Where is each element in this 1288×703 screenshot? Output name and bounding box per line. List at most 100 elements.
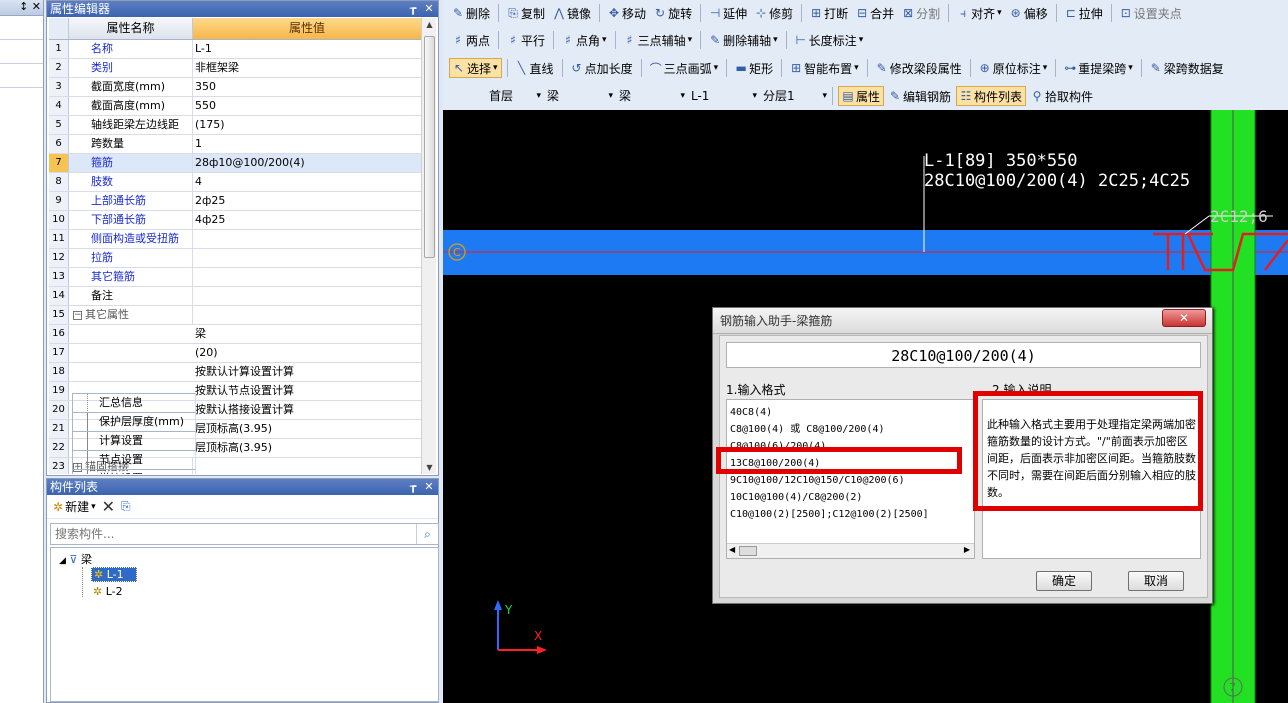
property-value[interactable]: 4ф25: [193, 211, 421, 229]
tool-选择-button[interactable]: ↖ 选择 ▾: [449, 58, 502, 78]
tool-复制-button[interactable]: ⎘ 复制: [504, 3, 548, 23]
property-value[interactable]: 550: [193, 97, 421, 115]
beam-annotation[interactable]: L-1[89] 350*550 28C10@100/200(4) 2C25;4C…: [924, 151, 1190, 191]
property-scrollbar[interactable]: ▲ ▼: [421, 18, 436, 474]
collapse-icon[interactable]: −: [73, 310, 82, 320]
delete-icon[interactable]: ✕: [102, 497, 115, 516]
tool-删除-button[interactable]: ✎ 删除: [449, 3, 493, 23]
format-list-item[interactable]: 9C10@100/12C10@150/C10@200(6): [727, 472, 974, 489]
tool-智能布置-button[interactable]: ⊞ 智能布置 ▾: [787, 58, 862, 78]
property-row[interactable]: 2 类别 非框架梁: [49, 59, 421, 78]
tool-打断-button[interactable]: ⊞ 打断: [807, 3, 851, 23]
property-row[interactable]: 4 截面高度(mm) 550: [49, 97, 421, 116]
tool-三点辅轴-button[interactable]: ♯ 三点辅轴 ▾: [621, 30, 696, 50]
dialog-close-button[interactable]: ✕: [1162, 309, 1206, 327]
format-listbox[interactable]: 40C8(4) C8@100(4) 或 C8@100/200(4) C8@100(6…: [726, 399, 975, 559]
chevron-down-icon[interactable]: ▾: [859, 35, 864, 45]
chevron-down-icon[interactable]: ▾: [493, 63, 498, 73]
tree-root-beam[interactable]: ◢ ⊽ 梁: [59, 551, 92, 567]
pin-icon[interactable]: ┲: [406, 479, 420, 495]
component-search-input[interactable]: [51, 524, 416, 544]
new-component-button[interactable]: ✲ 新建 ▾: [53, 498, 96, 515]
search-icon[interactable]: ⌕: [416, 524, 438, 544]
tool-修剪-button[interactable]: ⊹ 修剪: [752, 3, 796, 23]
property-row[interactable]: 5 轴线距梁左边线距 (175): [49, 116, 421, 135]
tool-矩形-button[interactable]: ▬ 矩形: [732, 58, 776, 78]
property-row[interactable]: 1 名称 L-1: [49, 40, 421, 59]
property-value[interactable]: 4: [193, 173, 421, 191]
tool-点加长度-button[interactable]: ↺ 点加长度: [568, 58, 636, 78]
tool-平行-button[interactable]: ♯ 平行: [504, 30, 548, 50]
chevron-down-icon[interactable]: ▾: [714, 63, 719, 73]
property-value[interactable]: 层顶标高(3.95): [193, 420, 421, 438]
left-panel-row[interactable]: [0, 64, 43, 88]
property-value[interactable]: [193, 249, 421, 267]
rebar-input-field[interactable]: 28C10@100/200(4): [726, 342, 1201, 368]
floor-select[interactable]: 首层: [485, 86, 541, 106]
cancel-button[interactable]: 取消: [1128, 571, 1184, 591]
property-row[interactable]: 16 汇总信息 梁: [49, 325, 421, 474]
tree-item-l1[interactable]: ✲ L-1: [91, 567, 137, 582]
column-header-name[interactable]: 属性名称: [69, 18, 193, 39]
tool-延伸-button[interactable]: ⊣ 延伸: [706, 3, 750, 23]
property-value[interactable]: [193, 287, 421, 305]
tool-分割-button[interactable]: ⊠ 分割: [899, 3, 943, 23]
property-value[interactable]: 2ф25: [193, 192, 421, 210]
format-hscrollbar[interactable]: ◀ ▶: [727, 543, 974, 558]
attribute-button[interactable]: ▤ 属性: [838, 86, 885, 106]
component-select[interactable]: L-1: [687, 86, 757, 106]
tool-长度标注-button[interactable]: ⊢ 长度标注 ▾: [792, 30, 867, 50]
tool-修改梁段属性-button[interactable]: ✎ 修改梁段属性: [873, 58, 965, 78]
chevron-down-icon[interactable]: ▾: [1128, 63, 1133, 73]
property-row[interactable]: 17 保护层厚度(mm) (20): [49, 344, 421, 474]
category-select[interactable]: 梁: [543, 86, 613, 106]
chevron-down-icon[interactable]: ▾: [854, 63, 859, 73]
tree-item-l2[interactable]: ✲ L-2: [93, 585, 123, 598]
scroll-up-icon[interactable]: ▲: [422, 20, 437, 29]
close-icon[interactable]: ✕: [422, 1, 436, 17]
pick-component-button[interactable]: ⚲ 拾取构件: [1028, 86, 1096, 106]
dialog-titlebar[interactable]: 钢筋输入助手-梁箍筋: [713, 308, 1212, 334]
tool-移动-button[interactable]: ✥ 移动: [605, 3, 649, 23]
property-row[interactable]: 6 跨数量 1: [49, 135, 421, 154]
tool-拉伸-button[interactable]: ⊏ 拉伸: [1062, 3, 1106, 23]
chevron-down-icon[interactable]: ▾: [688, 35, 693, 45]
format-list-item[interactable]: C10@100(2)[2500];C12@100(2)[2500]: [727, 506, 974, 523]
type-select[interactable]: 梁: [615, 86, 685, 106]
chevron-down-icon[interactable]: ▾: [773, 35, 778, 45]
property-value[interactable]: 梁: [193, 325, 421, 343]
property-row[interactable]: 9 上部通长筋 2ф25: [49, 192, 421, 211]
property-value[interactable]: [193, 268, 421, 286]
property-row[interactable]: 14 备注: [49, 287, 421, 306]
property-value[interactable]: L-1: [193, 40, 421, 58]
format-list-item[interactable]: 40C8(4): [727, 404, 974, 421]
property-value[interactable]: 按默认计算设置计算: [193, 363, 421, 381]
scroll-thumb[interactable]: [739, 546, 757, 556]
property-value[interactable]: (20): [193, 344, 421, 362]
tool-原位标注-button[interactable]: ⊕ 原位标注 ▾: [976, 58, 1051, 78]
component-list-button[interactable]: ☷ 构件列表: [956, 86, 1027, 106]
property-value[interactable]: 非框架梁: [193, 59, 421, 77]
property-row[interactable]: 11 侧面构造或受扭筋: [49, 230, 421, 249]
tool-对齐-button[interactable]: ⫞ 对齐 ▾: [954, 3, 1005, 23]
property-row[interactable]: 10 下部通长筋 4ф25: [49, 211, 421, 230]
collapse-icon[interactable]: ◢: [59, 556, 66, 566]
edit-rebar-button[interactable]: ✎ 编辑钢筋: [886, 86, 954, 106]
tool-三点画弧-button[interactable]: ⌒ 三点画弧 ▾: [647, 58, 722, 78]
property-value[interactable]: 350: [193, 78, 421, 96]
property-row[interactable]: 18 计算设置 按默认计算设置计算: [49, 363, 421, 474]
format-list-item[interactable]: C8@100(4) 或 C8@100/200(4): [727, 421, 974, 438]
tool-镜像-button[interactable]: ⋀ 镜像: [550, 3, 594, 23]
left-panel-header[interactable]: ↕ ✕: [0, 0, 43, 16]
close-icon[interactable]: ✕: [422, 479, 436, 495]
tool-梁跨数据复-button[interactable]: ✎ 梁跨数据复: [1147, 58, 1227, 78]
property-value[interactable]: (175): [193, 116, 421, 134]
tool-偏移-button[interactable]: ⊛ 偏移: [1007, 3, 1051, 23]
format-list-item[interactable]: 10C10@100(4)/C8@200(2): [727, 489, 974, 506]
scroll-left-icon[interactable]: ◀: [729, 545, 735, 554]
scroll-down-icon[interactable]: ▼: [422, 463, 437, 472]
pin-icon[interactable]: ┲: [406, 1, 420, 17]
property-row[interactable]: 12 拉筋: [49, 249, 421, 268]
scroll-thumb[interactable]: [424, 36, 435, 258]
tool-设置夹点-button[interactable]: ⊡ 设置夹点: [1117, 3, 1185, 23]
